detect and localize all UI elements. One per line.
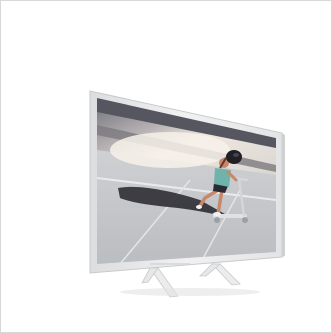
tv-bottom-bezel — [150, 263, 190, 265]
tv-bezel-edge — [282, 133, 285, 257]
product-image-frame — [0, 0, 332, 333]
tv-illustration — [89, 90, 285, 298]
floor-shadow — [120, 288, 260, 296]
tv-screen — [97, 98, 276, 264]
